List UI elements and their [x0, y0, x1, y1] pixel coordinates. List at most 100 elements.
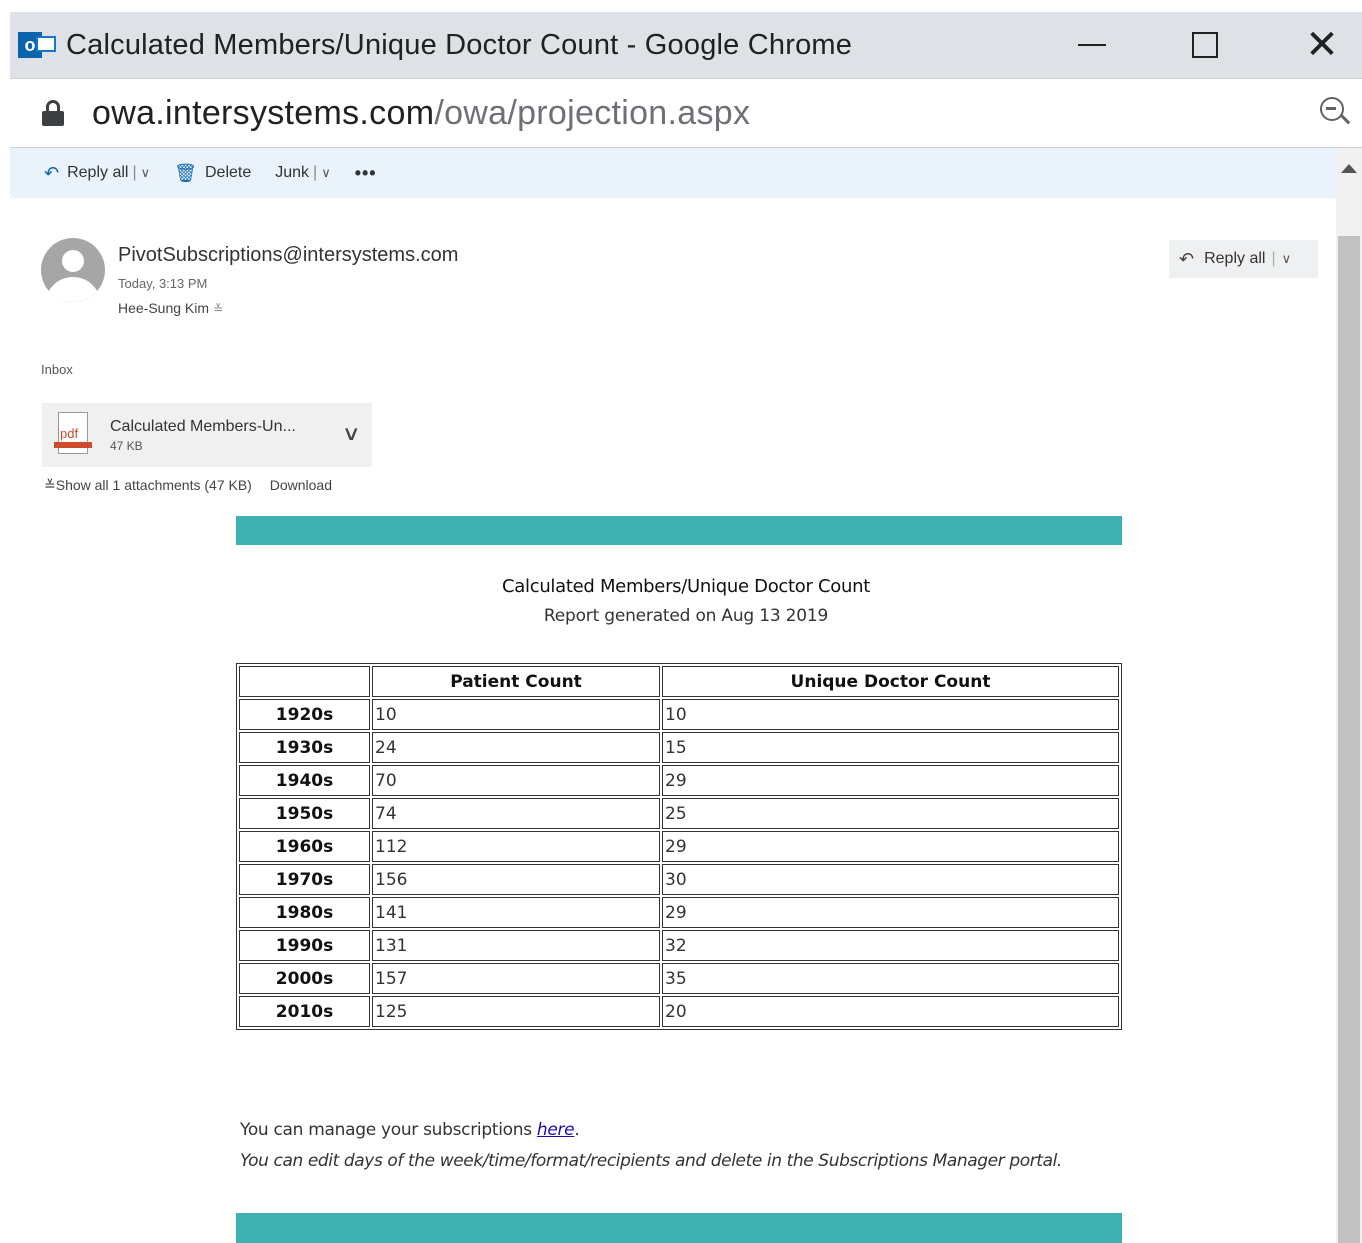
table-row: 1990s 131 32 [239, 930, 1119, 961]
manage-subscriptions-link[interactable]: here [537, 1120, 575, 1140]
patient-count-cell: 131 [372, 930, 660, 961]
recipient-name: Hee-Sung Kim [118, 300, 210, 316]
patient-count-cell: 74 [372, 798, 660, 829]
minimize-button[interactable] [1062, 12, 1122, 78]
show-all-attachments-link[interactable]: ≚Show all 1 attachments (47 KB) [44, 477, 252, 493]
minimize-icon [1078, 44, 1106, 46]
url-host: owa.intersystems.com [92, 93, 435, 132]
doctor-count-cell: 35 [662, 963, 1119, 994]
table-row: 1970s 156 30 [239, 864, 1119, 895]
table-row: 2000s 157 35 [239, 963, 1119, 994]
patient-count-cell: 156 [372, 864, 660, 895]
outlook-icon: o [18, 28, 60, 62]
table-row: 1920s 10 10 [239, 699, 1119, 730]
doctor-count-cell: 15 [662, 732, 1119, 763]
reply-all-label: Reply all [1204, 250, 1266, 267]
table-row: 1930s 24 15 [239, 732, 1119, 763]
scrollbar-thumb[interactable] [1338, 236, 1360, 1243]
report-subtitle: Report generated on Aug 13 2019 [543, 606, 829, 626]
chevron-down-icon[interactable]: ∨ [342, 421, 361, 446]
report-header-bar [236, 516, 1122, 545]
recipient[interactable]: Hee-Sung Kim ≚ [118, 300, 223, 316]
report-title: Calculated Members/Unique Doctor Count [502, 576, 870, 597]
chevron-down-icon[interactable]: ∨ [321, 165, 331, 181]
message-toolbar: ↶ Reply all | ∨ 🗑 Delete Junk | ∨ ••• [10, 148, 1336, 198]
chevron-down-icon[interactable]: ∨ [1282, 251, 1292, 267]
patient-count-cell: 70 [372, 765, 660, 796]
doctor-count-cell: 30 [662, 864, 1119, 895]
row-label: 1990s [239, 930, 370, 961]
row-label: 2000s [239, 963, 370, 994]
row-label: 1920s [239, 699, 370, 730]
avatar[interactable] [41, 238, 105, 302]
doctor-count-cell: 25 [662, 798, 1119, 829]
lock-icon[interactable] [42, 100, 64, 126]
clipped-text-fragment [278, 198, 348, 202]
close-icon: ✕ [1305, 23, 1339, 67]
delete-button[interactable]: 🗑 Delete [174, 163, 251, 184]
junk-label: Junk [275, 164, 310, 181]
row-label: 1950s [239, 798, 370, 829]
table-row: 1980s 141 29 [239, 897, 1119, 928]
close-button[interactable]: ✕ [1292, 12, 1352, 78]
table-row: 2010s 125 20 [239, 996, 1119, 1027]
doctor-count-cell: 29 [662, 765, 1119, 796]
report-table: Patient Count Unique Doctor Count 1920s 1… [236, 663, 1122, 1030]
table-row: 1950s 74 25 [239, 798, 1119, 829]
table-row: 1940s 70 29 [239, 765, 1119, 796]
row-label: 2010s [239, 996, 370, 1027]
row-label: 1980s [239, 897, 370, 928]
patient-count-cell: 24 [372, 732, 660, 763]
row-label: 1970s [239, 864, 370, 895]
divider: | [132, 164, 137, 181]
expand-recipients-icon[interactable]: ≚ [213, 302, 223, 316]
sender-address[interactable]: PivotSubscriptions@intersystems.com [118, 244, 458, 267]
delete-label: Delete [204, 164, 252, 181]
folder-label[interactable]: Inbox [41, 362, 73, 377]
attachment-size: 47 KB [110, 438, 143, 453]
address-bar[interactable]: owa.intersystems.com/owa/projection.aspx [10, 78, 1362, 148]
url-path: /owa/projection.aspx [434, 93, 751, 132]
scroll-up-arrow[interactable] [1341, 164, 1357, 173]
message-pane: PivotSubscriptions@intersystems.com Toda… [10, 198, 1336, 1243]
trash-icon: 🗑 [174, 162, 197, 183]
more-icon: ••• [354, 162, 377, 183]
reply-all-label: Reply all [67, 164, 129, 181]
doctor-count-cell: 29 [662, 897, 1119, 928]
doctor-count-cell: 32 [662, 930, 1119, 961]
zoom-out-icon[interactable] [1320, 97, 1351, 127]
table-row: 1960s 112 29 [239, 831, 1119, 862]
attachment-name: Calculated Members-Un... [110, 417, 296, 435]
expand-icon: ≚ [44, 477, 56, 493]
doctor-count-cell: 20 [662, 996, 1119, 1027]
patient-count-cell: 112 [372, 831, 660, 862]
doctor-count-cell: 10 [662, 699, 1119, 730]
row-label: 1960s [239, 831, 370, 862]
patient-count-cell: 141 [372, 897, 660, 928]
download-link[interactable]: Download [270, 477, 332, 493]
attachment-card[interactable]: pdf Calculated Members-Un... 47 KB ∨ [42, 403, 372, 467]
chevron-down-icon[interactable]: ∨ [141, 165, 151, 181]
divider: | [1271, 250, 1276, 267]
column-header: Unique Doctor Count [662, 666, 1119, 697]
manage-subscriptions-text: You can manage your subscriptions here. [240, 1120, 580, 1140]
reply-all-icon: ↶ [44, 162, 60, 183]
doctor-count-cell: 29 [662, 831, 1119, 862]
junk-button[interactable]: Junk | ∨ [275, 164, 330, 182]
url-text[interactable]: owa.intersystems.com/owa/projection.aspx [92, 94, 750, 133]
row-label: 1930s [239, 732, 370, 763]
more-actions-button[interactable]: ••• [355, 163, 377, 184]
patient-count-cell: 125 [372, 996, 660, 1027]
patient-count-cell: 157 [372, 963, 660, 994]
attachment-links: ≚Show all 1 attachments (47 KB) Download [44, 477, 332, 494]
maximize-button[interactable] [1175, 12, 1235, 78]
reply-all-button-secondary[interactable]: ↶ Reply all | ∨ [1169, 240, 1318, 278]
report-footer-bar [236, 1213, 1122, 1243]
column-header [239, 666, 370, 697]
row-label: 1940s [239, 765, 370, 796]
window-titlebar: o Calculated Members/Unique Doctor Count… [10, 12, 1362, 78]
edit-subscriptions-text: You can edit days of the week/time/forma… [240, 1151, 1062, 1171]
sent-time: Today, 3:13 PM [118, 276, 208, 291]
reply-all-icon: ↶ [1179, 248, 1195, 269]
reply-all-button[interactable]: ↶ Reply all | ∨ [44, 163, 150, 184]
